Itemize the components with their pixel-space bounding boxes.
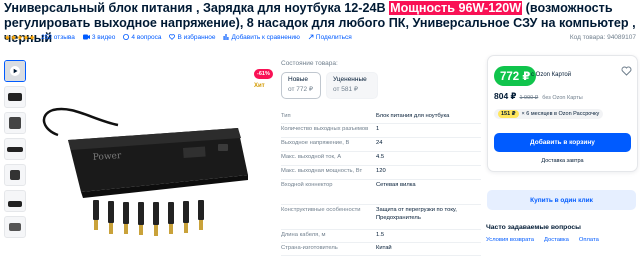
condition-new-name: Новые — [288, 76, 309, 83]
faq-link-payment[interactable]: Оплата — [579, 237, 599, 243]
spec-row: Длина кабеля, м 1.5 — [281, 230, 481, 243]
heart-icon — [169, 34, 176, 40]
spec-row: Конструктивные особенности Защита от пере… — [281, 205, 481, 230]
spec-row: Макс. выходная мощность, Вт 120 — [281, 166, 481, 180]
question-icon — [123, 34, 130, 40]
regular-price-line: 804 ₽1 990 ₽ без Ozon Карты — [494, 91, 583, 102]
installment-text: × 6 месяцев в Ozon Рассрочку — [521, 111, 600, 117]
spec-value: 120 — [376, 168, 386, 174]
share-label: Поделиться — [315, 33, 352, 41]
reviews-label: 252 отзыва — [41, 33, 75, 41]
old-price: 1 990 ₽ — [519, 95, 539, 101]
spec-value: Защита от перегрузки по току, Предохрани… — [376, 207, 457, 221]
faq-title: Часто задаваемые вопросы — [486, 224, 581, 231]
add-to-cart-button[interactable]: Добавить в корзину — [494, 133, 631, 152]
condition-discounted-name: Уцененные — [333, 76, 367, 83]
faq-links: Условия возврата Доставка Оплата — [486, 237, 609, 243]
spec-row: Страна-изготовитель Китай — [281, 243, 481, 256]
product-image[interactable]: Power — [33, 60, 268, 250]
compare-label: Добавить к сравнению — [231, 33, 300, 41]
svg-text:Power: Power — [93, 151, 123, 163]
buy-one-click-button[interactable]: Купить в один клик — [487, 190, 636, 210]
condition-discounted[interactable]: Уцененные от 581 ₽ — [326, 72, 378, 99]
spec-row: Входной коннектор Сетевая вилка — [281, 180, 481, 205]
title-highlight: Мощность 96W-120W — [389, 1, 523, 15]
play-icon — [5, 61, 25, 81]
condition-discounted-price: от 581 ₽ — [333, 86, 359, 93]
thumbnail-image[interactable] — [4, 164, 26, 186]
questions-link[interactable]: 4 вопроса — [123, 34, 161, 41]
thumbnail-image[interactable] — [4, 190, 26, 212]
video-icon — [82, 34, 90, 40]
spec-key: Макс. выходная мощность, Вт — [281, 168, 363, 174]
share-link[interactable]: Поделиться — [308, 34, 352, 41]
spec-value: Китай — [376, 245, 392, 251]
thumbnail-list — [4, 60, 26, 242]
product-code: Код товара: 94089107 — [569, 33, 636, 41]
share-icon — [308, 34, 314, 40]
faq-link-delivery[interactable]: Доставка — [544, 237, 569, 243]
thumbnail-image[interactable] — [4, 216, 26, 238]
rating-stars: ★★★★★ — [4, 32, 36, 42]
reviews-link[interactable]: 252 отзыва — [41, 34, 75, 41]
favorite-link[interactable]: В избранное — [169, 34, 215, 41]
thumbnail-video[interactable] — [4, 60, 26, 82]
delivery-info: Доставка завтра — [541, 158, 584, 164]
title-part-1: Универсальный блок питания , Зарядка для… — [4, 1, 390, 15]
installment-plan[interactable]: 151 ₽ × 6 месяцев в Ozon Рассрочку — [494, 109, 604, 119]
discount-badge: -61% — [254, 69, 273, 79]
thumbnail-image[interactable] — [4, 112, 26, 134]
condition-new-price: от 772 ₽ — [288, 86, 314, 93]
hit-badge: Хит — [254, 83, 265, 89]
spec-row: Тип Блок питания для ноутбука — [281, 111, 481, 124]
spec-row: Макс. выходной ток, А 4.5 — [281, 152, 481, 166]
spec-key: Количество выходных разъемов — [281, 126, 369, 132]
spec-value: 4.5 — [376, 154, 385, 160]
spec-row: Количество выходных разъемов 1 — [281, 124, 481, 138]
faq-link-returns[interactable]: Условия возврата — [486, 237, 534, 243]
condition-label: Состояние товара: — [281, 60, 338, 67]
regular-price: 804 ₽ — [494, 91, 517, 101]
favorite-label: В избранное — [177, 33, 216, 41]
spec-key: Тип — [281, 113, 291, 119]
spec-value: 24 — [376, 140, 383, 146]
spec-key: Макс. выходной ток, А — [281, 154, 342, 160]
spec-row: Выходное напряжение, В 24 — [281, 138, 481, 152]
questions-label: 4 вопроса — [131, 33, 162, 41]
price-card: 772 ₽ с Ozon Картой 804 ₽1 990 ₽ без Ozon… — [487, 55, 638, 172]
condition-new[interactable]: Новые от 772 ₽ — [281, 72, 321, 99]
thumbnail-image[interactable] — [4, 138, 26, 160]
spec-value: 1.5 — [376, 232, 385, 238]
spec-key: Входной коннектор — [281, 182, 333, 188]
spec-value: Сетевая вилка — [376, 182, 416, 188]
videos-label: 3 видео — [91, 33, 116, 41]
spec-key: Выходное напряжение, В — [281, 140, 350, 146]
videos-link[interactable]: 3 видео — [82, 33, 116, 41]
compare-icon — [223, 34, 229, 40]
spec-table: Тип Блок питания для ноутбука Количество … — [281, 111, 481, 256]
favorite-heart-icon[interactable] — [621, 66, 632, 76]
spec-value: Блок питания для ноутбука — [376, 113, 450, 119]
spec-value: 1 — [376, 126, 380, 132]
spec-key: Страна-изготовитель — [281, 245, 338, 251]
product-meta-row: ★★★★★ 252 отзыва 3 видео 4 вопроса В изб… — [4, 31, 636, 43]
spec-key: Конструктивные особенности — [281, 207, 361, 213]
spec-key: Длина кабеля, м — [281, 232, 326, 238]
without-card-label: без Ozon Карты — [542, 95, 583, 101]
ozon-card-label: с Ozon Картой — [531, 72, 572, 78]
installment-amount: 151 ₽ — [498, 110, 519, 118]
thumbnail-image[interactable] — [4, 86, 26, 108]
compare-link[interactable]: Добавить к сравнению — [223, 33, 300, 41]
